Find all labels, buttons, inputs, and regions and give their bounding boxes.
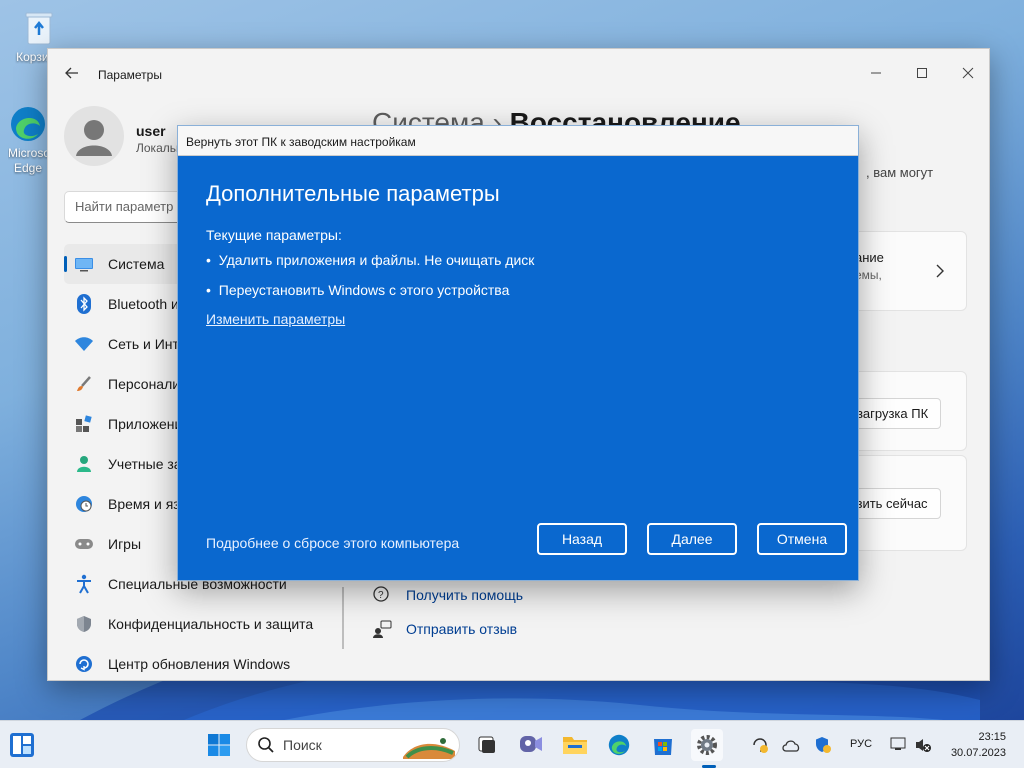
feedback-icon <box>372 619 392 639</box>
page-description: , вам могут <box>866 165 934 180</box>
folder-icon <box>563 737 587 754</box>
window-titlebar: Параметры <box>48 49 989 97</box>
tray-update-button[interactable] <box>750 735 770 755</box>
sidebar-item-label: Центр обновления Windows <box>108 656 291 672</box>
search-placeholder: Найти параметр <box>75 199 174 214</box>
cloud-icon <box>782 740 800 752</box>
send-feedback-link[interactable]: Отправить отзыв <box>372 619 517 639</box>
chat-icon <box>520 736 542 752</box>
teams-chat-button[interactable] <box>515 729 547 761</box>
shield-warning-icon <box>816 737 831 753</box>
bluetooth-icon <box>74 294 94 314</box>
sidebar-item-label: Игры <box>108 536 142 552</box>
edge-icon <box>608 734 630 756</box>
clock-globe-icon <box>74 494 94 514</box>
bullet-text: Удалить приложения и файлы. Не очищать д… <box>218 252 535 268</box>
monitor-icon <box>74 254 94 274</box>
bullet-mark: • <box>206 282 211 298</box>
change-settings-link[interactable]: Изменить параметры <box>206 311 345 327</box>
card-subtitle: емы, <box>855 268 882 282</box>
settings-taskbar-button[interactable] <box>691 729 723 761</box>
windows-logo-icon <box>208 734 230 756</box>
search-highlight-illustration <box>403 738 455 759</box>
recycle-bin-icon <box>19 8 59 48</box>
help-icon: ? <box>372 585 392 605</box>
window-title: Параметры <box>98 68 162 82</box>
close-icon <box>962 67 974 79</box>
tray-network-button[interactable] <box>889 735 909 755</box>
back-arrow-icon[interactable] <box>64 65 80 81</box>
close-button[interactable] <box>945 57 989 89</box>
store-icon <box>654 739 672 755</box>
edge-icon <box>8 104 48 144</box>
shield-icon <box>74 614 94 634</box>
dialog-heading: Дополнительные параметры <box>206 181 500 206</box>
network-offline-icon <box>890 737 906 750</box>
back-button[interactable]: Назад <box>537 523 627 555</box>
dialog-title: Вернуть этот ПК к заводским настройкам <box>178 126 858 156</box>
sidebar-item-label: Система <box>108 256 165 272</box>
bullet-text: Переустановить Windows с этого устройств… <box>218 282 510 298</box>
clock-date: 30.07.2023 <box>950 747 1006 759</box>
tray-onedrive-button[interactable] <box>781 735 801 755</box>
avatar <box>64 106 124 166</box>
taskbar: Поиск РУС 23:15 30.07.2023 <box>0 720 1024 768</box>
user-name: user <box>136 123 166 139</box>
chevron-right-icon <box>936 264 944 278</box>
minimize-icon <box>871 72 881 74</box>
task-view-button[interactable] <box>471 729 503 761</box>
desktop-icon-label: Microsoft Edge <box>8 146 48 175</box>
brush-icon <box>74 374 94 394</box>
learn-more-link[interactable]: Подробнее о сбросе этого компьютера <box>206 535 459 551</box>
tray-security-button[interactable] <box>813 735 833 755</box>
next-button[interactable]: Далее <box>647 523 737 555</box>
sidebar-item-privacy[interactable]: Конфиденциальность и защита <box>64 604 344 644</box>
widgets-icon <box>10 733 34 757</box>
feedback-link-label: Отправить отзыв <box>406 621 518 637</box>
bullet-mark: • <box>206 252 211 268</box>
system-clock[interactable]: 23:15 30.07.2023 <box>951 729 1006 761</box>
help-link-label: Получить помощь <box>406 587 524 603</box>
get-help-link[interactable]: ? Получить помощь <box>372 585 523 605</box>
input-language-indicator[interactable]: РУС <box>850 738 872 750</box>
apps-icon <box>74 414 94 434</box>
person-icon <box>74 454 94 474</box>
task-view-icon <box>478 736 495 753</box>
cancel-button[interactable]: Отмена <box>757 523 847 555</box>
sidebar-item-windows-update[interactable]: Центр обновления Windows <box>64 644 344 680</box>
clock-time: 23:15 <box>978 731 1006 743</box>
recovery-card-troubleshoot[interactable]: ание емы, <box>840 231 967 311</box>
wifi-icon <box>74 334 94 354</box>
accessibility-icon <box>74 574 94 594</box>
recovery-card-advanced: узить сейчас <box>837 455 967 551</box>
sidebar-item-label: Конфиденциальность и защита <box>108 616 314 632</box>
search-icon <box>258 737 274 753</box>
settings-bullet: • Удалить приложения и файлы. Не очищать… <box>206 252 534 268</box>
desktop-icon-edge[interactable]: Microsoft Edge <box>8 104 48 176</box>
start-button[interactable] <box>203 729 235 761</box>
minimize-button[interactable] <box>853 57 899 89</box>
gamepad-icon <box>74 534 94 554</box>
taskbar-search-box[interactable]: Поиск <box>246 728 460 762</box>
settings-bullet: • Переустановить Windows с этого устройс… <box>206 282 509 298</box>
maximize-icon <box>917 68 927 78</box>
maximize-button[interactable] <box>899 57 945 89</box>
card-title: ание <box>855 250 884 265</box>
volume-muted-icon <box>916 739 931 752</box>
refresh-warning-icon <box>753 738 768 753</box>
store-button[interactable] <box>647 729 679 761</box>
recovery-card-reset: езагрузка ПК <box>837 371 967 451</box>
content-divider <box>342 587 344 649</box>
file-explorer-button[interactable] <box>559 729 591 761</box>
svg-text:?: ? <box>378 590 384 601</box>
current-settings-label: Текущие параметры: <box>206 227 342 243</box>
tray-volume-button[interactable] <box>913 735 933 755</box>
widgets-button[interactable] <box>6 729 38 761</box>
taskbar-search-placeholder: Поиск <box>283 737 322 753</box>
gear-icon <box>697 735 717 755</box>
edge-taskbar-button[interactable] <box>603 729 635 761</box>
update-icon <box>74 654 94 674</box>
reset-pc-dialog: Вернуть этот ПК к заводским настройкам Д… <box>177 125 859 581</box>
